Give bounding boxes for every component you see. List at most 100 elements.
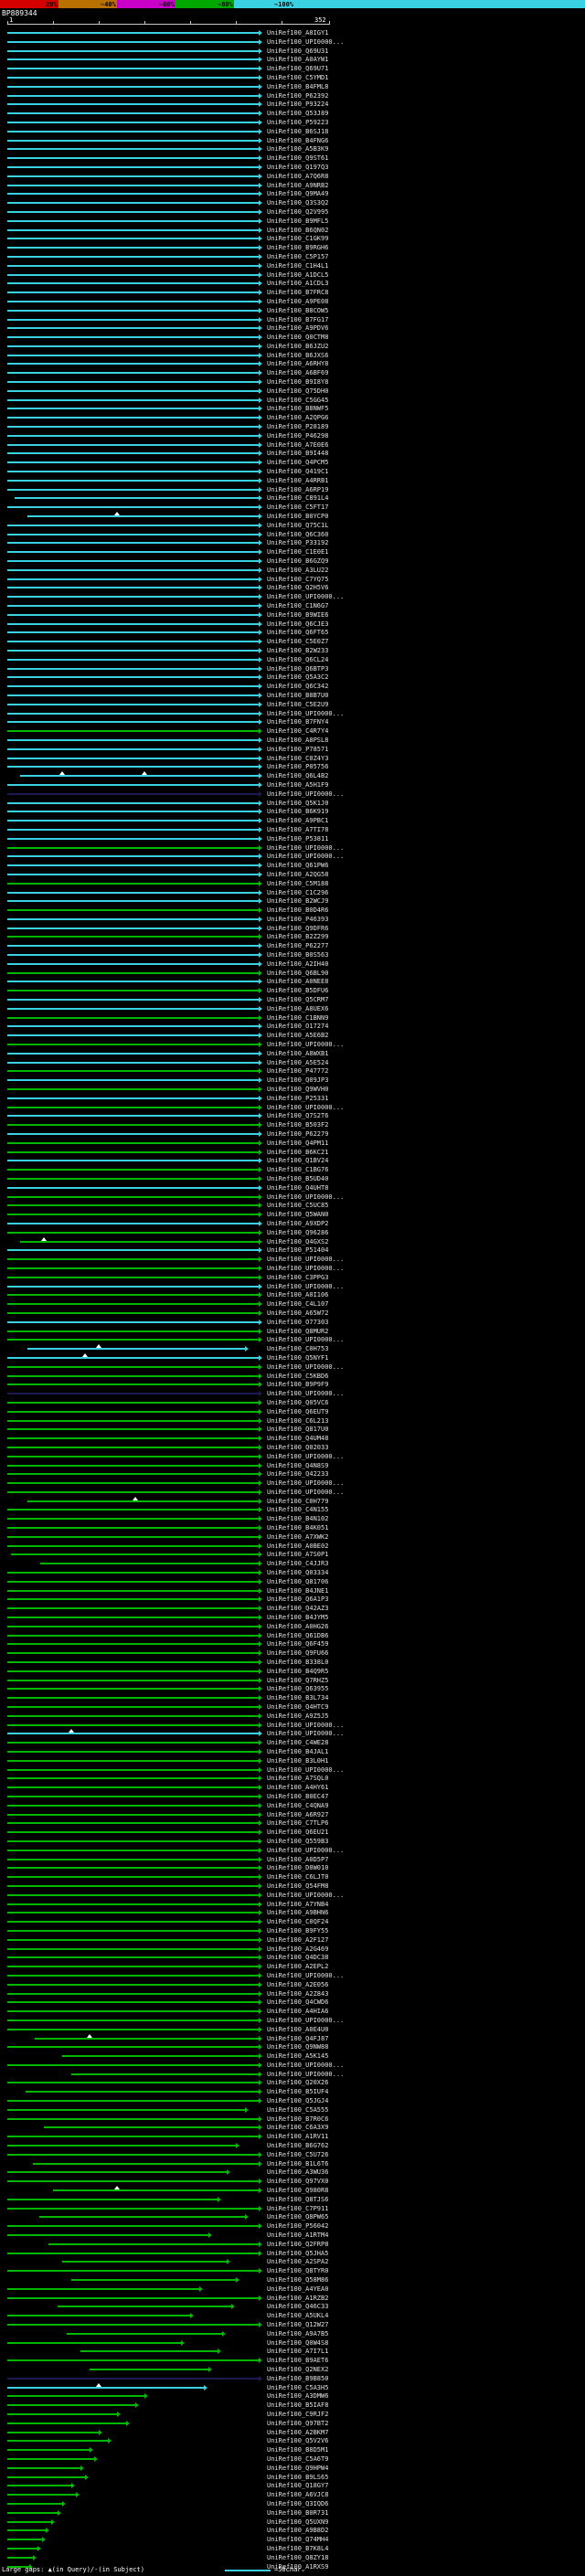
- hit-row[interactable]: UniRef100_Q6A1P3: [0, 1595, 585, 1604]
- hit-row[interactable]: UniRef100_P46298: [0, 431, 585, 440]
- hit-row[interactable]: UniRef100_B6JZU2: [0, 342, 585, 351]
- hit-row[interactable]: UniRef100_A9PE08: [0, 297, 585, 306]
- hit-row[interactable]: UniRef100_A9PBC1: [0, 816, 585, 825]
- hit-row[interactable]: UniRef100_Q1BV24: [0, 1156, 585, 1165]
- hit-row[interactable]: UniRef100_C7YQ75: [0, 575, 585, 584]
- hit-row[interactable]: UniRef100_C6A3X9: [0, 2123, 585, 2132]
- hit-row[interactable]: UniRef100_Q6FT65: [0, 628, 585, 637]
- hit-row[interactable]: UniRef100_B9RGH6: [0, 243, 585, 252]
- hit-row[interactable]: UniRef100_A6RP19: [0, 485, 585, 494]
- hit-row[interactable]: UniRef100_B503F2: [0, 1120, 585, 1129]
- hit-row[interactable]: UniRef100_B1L6T6: [0, 2159, 585, 2168]
- hit-row[interactable]: UniRef100_UPI0000...: [0, 1264, 585, 1273]
- hit-row[interactable]: UniRef100_Q2V995: [0, 207, 585, 217]
- hit-row[interactable]: UniRef100_B2Z299: [0, 932, 585, 941]
- hit-row[interactable]: UniRef100_C5E2U9: [0, 700, 585, 709]
- hit-row[interactable]: UniRef100_UPI0000...: [0, 1846, 585, 1855]
- hit-row[interactable]: UniRef100_Q9WVH0: [0, 1085, 585, 1094]
- hit-row[interactable]: UniRef100_Q5K1J0: [0, 799, 585, 808]
- hit-row[interactable]: UniRef100_B0EC47: [0, 1792, 585, 1801]
- hit-row[interactable]: UniRef100_B8D5M1: [0, 2445, 585, 2454]
- hit-row[interactable]: UniRef100_B9LS65: [0, 2473, 585, 2482]
- hit-row[interactable]: UniRef100_B4FNG6: [0, 136, 585, 145]
- hit-row[interactable]: UniRef100_A9B8D2: [0, 2526, 585, 2535]
- hit-row[interactable]: UniRef100_A1DCL5: [0, 270, 585, 280]
- hit-row[interactable]: UniRef100_Q53J89: [0, 109, 585, 118]
- hit-row[interactable]: UniRef100_A6RHY8: [0, 359, 585, 368]
- hit-row[interactable]: UniRef100_B0YCP0: [0, 512, 585, 521]
- hit-row[interactable]: UniRef100_B8B7U0: [0, 691, 585, 700]
- hit-row[interactable]: UniRef100_B5DFU6: [0, 986, 585, 995]
- hit-row[interactable]: UniRef100_A6R927: [0, 1810, 585, 1819]
- hit-row[interactable]: UniRef100_B5UD40: [0, 1174, 585, 1183]
- hit-row[interactable]: UniRef100_UPI0000...: [0, 1891, 585, 1900]
- hit-row[interactable]: UniRef100_B2W233: [0, 646, 585, 655]
- hit-row[interactable]: UniRef100_B6JXS6: [0, 351, 585, 360]
- hit-row[interactable]: UniRef100_C0QF24: [0, 1917, 585, 1926]
- hit-row[interactable]: UniRef100_Q8TJS6: [0, 2195, 585, 2204]
- hit-row[interactable]: UniRef100_B9FY55: [0, 1926, 585, 1935]
- hit-row[interactable]: UniRef100_Q96286: [0, 1228, 585, 1237]
- hit-row[interactable]: UniRef100_Q54FM8: [0, 1882, 585, 1891]
- hit-row[interactable]: UniRef100_C5KBD6: [0, 1372, 585, 1381]
- hit-row[interactable]: UniRef100_A5H1F9: [0, 780, 585, 790]
- hit-row[interactable]: UniRef100_B9I448: [0, 449, 585, 458]
- hit-row[interactable]: UniRef100_Q63955: [0, 1684, 585, 1693]
- hit-row[interactable]: UniRef100_B4JAL1: [0, 1747, 585, 1756]
- hit-row[interactable]: UniRef100_Q97BT2: [0, 2419, 585, 2428]
- hit-row[interactable]: UniRef100_C4WE28: [0, 1738, 585, 1747]
- hit-row[interactable]: UniRef100_A4HIA6: [0, 2007, 585, 2016]
- hit-row[interactable]: UniRef100_Q4GXS2: [0, 1236, 585, 1246]
- hit-row[interactable]: UniRef100_UPI0000...: [0, 592, 585, 601]
- hit-row[interactable]: UniRef100_A2BKM7: [0, 2428, 585, 2437]
- hit-row[interactable]: UniRef100_A2G469: [0, 1945, 585, 1954]
- hit-row[interactable]: UniRef100_A2QPG6: [0, 413, 585, 422]
- hit-row[interactable]: UniRef100_Q980R8: [0, 2186, 585, 2195]
- hit-row[interactable]: UniRef100_Q4UHT8: [0, 1183, 585, 1193]
- hit-row[interactable]: UniRef100_P93224: [0, 100, 585, 109]
- hit-row[interactable]: UniRef100_Q5NYF1: [0, 1352, 585, 1362]
- hit-row[interactable]: UniRef100_A2QG58: [0, 870, 585, 879]
- hit-row[interactable]: UniRef100_Q6L4B2: [0, 771, 585, 780]
- hit-row[interactable]: UniRef100_Q5JHA5: [0, 2249, 585, 2258]
- hit-row[interactable]: UniRef100_Q0CTM8: [0, 333, 585, 342]
- hit-row[interactable]: UniRef100_A4HY61: [0, 1783, 585, 1792]
- hit-row[interactable]: UniRef100_B9P9F9: [0, 1380, 585, 1389]
- hit-row[interactable]: UniRef100_B6K919: [0, 807, 585, 816]
- hit-row[interactable]: UniRef100_UPI0000...: [0, 1335, 585, 1344]
- hit-row[interactable]: UniRef100_A1RZB2: [0, 2294, 585, 2303]
- hit-row[interactable]: UniRef100_A2IH40: [0, 959, 585, 969]
- hit-row[interactable]: UniRef100_Q2NEX2: [0, 2365, 585, 2374]
- hit-row[interactable]: UniRef100_Q8MUR2: [0, 1327, 585, 1336]
- hit-row[interactable]: UniRef100_C7P911: [0, 2204, 585, 2213]
- hit-row[interactable]: UniRef100_B6SJ18: [0, 127, 585, 136]
- hit-row[interactable]: UniRef100_A5B3K9: [0, 144, 585, 154]
- hit-row[interactable]: UniRef100_A9PDV6: [0, 323, 585, 333]
- hit-row[interactable]: UniRef100_C3PPG3: [0, 1273, 585, 1282]
- hit-row[interactable]: UniRef100_B0D4R6: [0, 906, 585, 915]
- hit-row[interactable]: UniRef100_P56042: [0, 2221, 585, 2231]
- hit-row[interactable]: UniRef100_Q0W4S8: [0, 2338, 585, 2348]
- hit-row[interactable]: UniRef100_A9Z5J5: [0, 1712, 585, 1721]
- hit-row[interactable]: UniRef100_C4R7Y4: [0, 726, 585, 736]
- hit-row[interactable]: UniRef100_Q18GY7: [0, 2481, 585, 2490]
- hit-row[interactable]: UniRef100_Q2FRP8: [0, 2240, 585, 2249]
- hit-row[interactable]: UniRef100_A1RTM4: [0, 2231, 585, 2240]
- hit-row[interactable]: UniRef100_UPI0000...: [0, 1729, 585, 1738]
- hit-row[interactable]: UniRef100_C5GG45: [0, 396, 585, 405]
- hit-row[interactable]: UniRef100_A8PSL8: [0, 736, 585, 745]
- hit-row[interactable]: UniRef100_Q4UM48: [0, 1434, 585, 1443]
- hit-row[interactable]: UniRef100_P28189: [0, 422, 585, 431]
- hit-row[interactable]: UniRef100_A4YEA0: [0, 2284, 585, 2294]
- hit-row[interactable]: UniRef100_C0H779: [0, 1496, 585, 1506]
- hit-row[interactable]: UniRef100_O17274: [0, 1022, 585, 1031]
- hit-row[interactable]: UniRef100_C5M188: [0, 879, 585, 888]
- hit-row[interactable]: UniRef100_Q46C33: [0, 2302, 585, 2311]
- hit-row[interactable]: UniRef100_A0BE02: [0, 1542, 585, 1551]
- hit-row[interactable]: UniRef100_P62392: [0, 91, 585, 101]
- hit-row[interactable]: UniRef100_B4JNE1: [0, 1586, 585, 1595]
- hit-row[interactable]: UniRef100_UPI0000...: [0, 1255, 585, 1264]
- hit-row[interactable]: UniRef100_C1N6G7: [0, 601, 585, 610]
- hit-row[interactable]: UniRef100_UPI0000...: [0, 1040, 585, 1049]
- hit-row[interactable]: UniRef100_UPI0000...: [0, 1362, 585, 1372]
